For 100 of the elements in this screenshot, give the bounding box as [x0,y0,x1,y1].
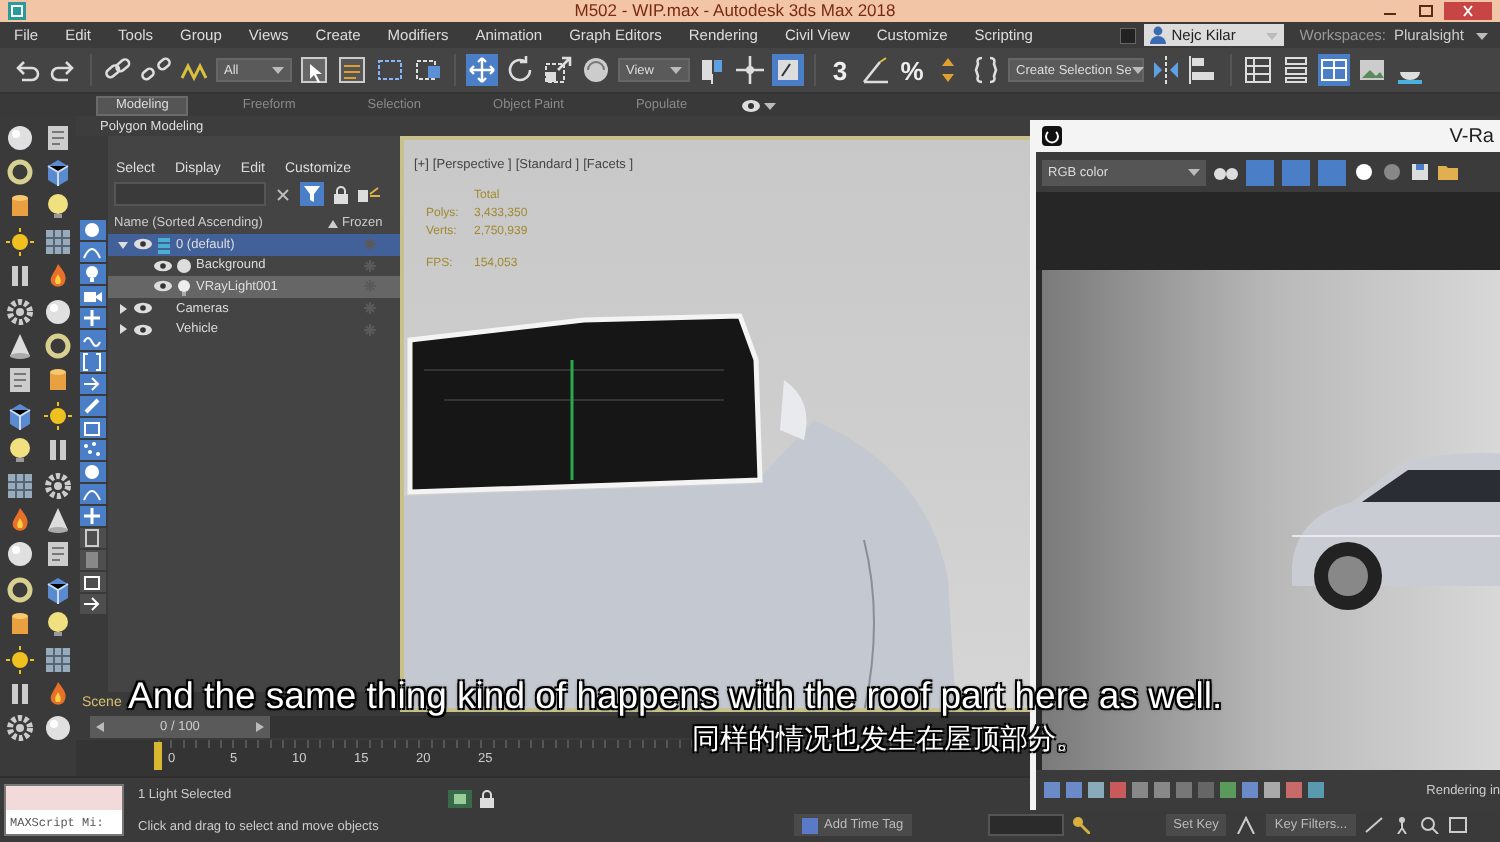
tile-icon[interactable] [1308,782,1324,798]
time-marker[interactable] [154,742,162,770]
bulb-icon[interactable] [43,192,71,221]
box-icon[interactable] [5,401,33,430]
filter-toggle[interactable] [79,418,105,438]
align-icon[interactable] [1188,54,1220,86]
tile-icon[interactable] [1198,782,1214,798]
box-icon[interactable] [43,158,71,187]
filter-button[interactable] [300,182,324,206]
channel-toggle[interactable] [1246,159,1274,185]
filter-toggle[interactable] [79,220,105,240]
filter-toggle[interactable] [79,440,105,460]
tile-icon[interactable] [1154,782,1170,798]
folder-icon[interactable] [1438,162,1458,182]
ring-icon[interactable] [43,332,71,361]
filter-toggle[interactable] [79,242,105,262]
highlight-icon[interactable] [358,185,380,203]
snap-toggle[interactable]: 3 [826,54,854,86]
eye-icon[interactable] [134,323,152,336]
tile-icon[interactable] [1132,782,1148,798]
document-icon[interactable] [43,123,71,152]
document-icon[interactable] [5,366,33,395]
grid-icon[interactable] [43,645,71,674]
cone-icon[interactable] [43,505,71,534]
cursor-icon[interactable] [298,54,330,86]
circle-icon[interactable] [1354,162,1374,182]
tile-icon[interactable] [1044,782,1060,798]
isolate-icon[interactable] [448,790,472,808]
caret-icon[interactable] [1188,166,1200,178]
caret-icon[interactable] [1131,64,1144,76]
lock-icon[interactable] [480,790,494,808]
tile-icon[interactable] [1066,782,1082,798]
box-icon[interactable] [43,575,71,604]
grid-icon[interactable] [43,227,71,256]
filter-toggle[interactable] [79,374,105,394]
filter-toggle[interactable] [79,572,105,592]
bulb-icon[interactable] [5,436,33,465]
sun-icon[interactable] [43,401,71,430]
sphere-icon[interactable] [5,123,33,152]
filter-toggle[interactable] [79,396,105,416]
filter-toggle[interactable] [79,286,105,306]
sphere-icon[interactable] [5,540,33,569]
walk-icon[interactable] [1391,816,1412,834]
tile-icon[interactable] [1088,782,1104,798]
move-icon[interactable] [466,54,498,86]
filter-toggle[interactable] [79,330,105,350]
binoculars-icon[interactable] [1214,162,1238,182]
tile-icon[interactable] [1220,782,1236,798]
ring-icon[interactable] [5,575,33,604]
eye-icon[interactable] [154,280,172,293]
lock-icon[interactable] [334,185,348,203]
tile-icon[interactable] [1242,782,1258,798]
frame-field[interactable] [987,814,1064,836]
table-icon[interactable] [1242,54,1274,86]
rotate-icon[interactable] [504,54,536,86]
crossing-rectangle-icon[interactable] [412,54,444,86]
ring-icon[interactable] [5,158,33,187]
percent-snap-toggle[interactable]: % [898,54,926,86]
channel-toggle[interactable] [1282,159,1310,185]
tile-icon[interactable] [1110,782,1126,798]
eye-icon[interactable] [134,302,152,315]
list-icon[interactable] [336,54,368,86]
close-icon[interactable] [1444,2,1492,20]
zoom-icon[interactable] [1419,816,1440,834]
cone-icon[interactable] [5,332,33,361]
eye-icon[interactable] [741,99,760,111]
sun-icon[interactable] [5,227,33,256]
filter-toggle[interactable] [79,462,105,482]
document-icon[interactable] [43,540,71,569]
key-icon[interactable] [1071,816,1090,834]
broken-chain-icon[interactable] [140,54,172,86]
picture-icon[interactable] [1356,54,1388,86]
tile-icon[interactable] [1264,782,1280,798]
gear-icon[interactable] [5,297,33,326]
eye-icon[interactable] [134,238,152,251]
clear-icon[interactable] [276,187,290,201]
gear-icon[interactable] [43,471,71,500]
grid-icon[interactable] [5,471,33,500]
expander-icon[interactable] [118,303,128,314]
eye-icon[interactable] [154,259,172,272]
gear-icon[interactable] [5,714,33,743]
sphere-icon[interactable] [580,54,612,86]
tile-icon[interactable] [1176,782,1192,798]
expander-icon[interactable] [118,239,128,250]
layers-icon[interactable] [1280,54,1312,86]
filter-toggle[interactable] [79,264,105,284]
filter-toggle[interactable] [79,352,105,372]
caret-icon[interactable] [670,64,682,76]
filter-toggle[interactable] [79,528,105,548]
caret-icon[interactable] [272,64,284,76]
scale-icon[interactable] [542,54,574,86]
expander-icon[interactable] [118,324,128,335]
filter-toggle[interactable] [79,484,105,504]
tile-icon[interactable] [1286,782,1302,798]
caret-icon[interactable] [1476,29,1488,41]
sphere-icon[interactable] [43,714,71,743]
search-field[interactable] [114,182,266,206]
angle-icon[interactable] [860,54,892,86]
bulb-icon[interactable] [43,610,71,639]
filter-toggle[interactable] [79,550,105,570]
